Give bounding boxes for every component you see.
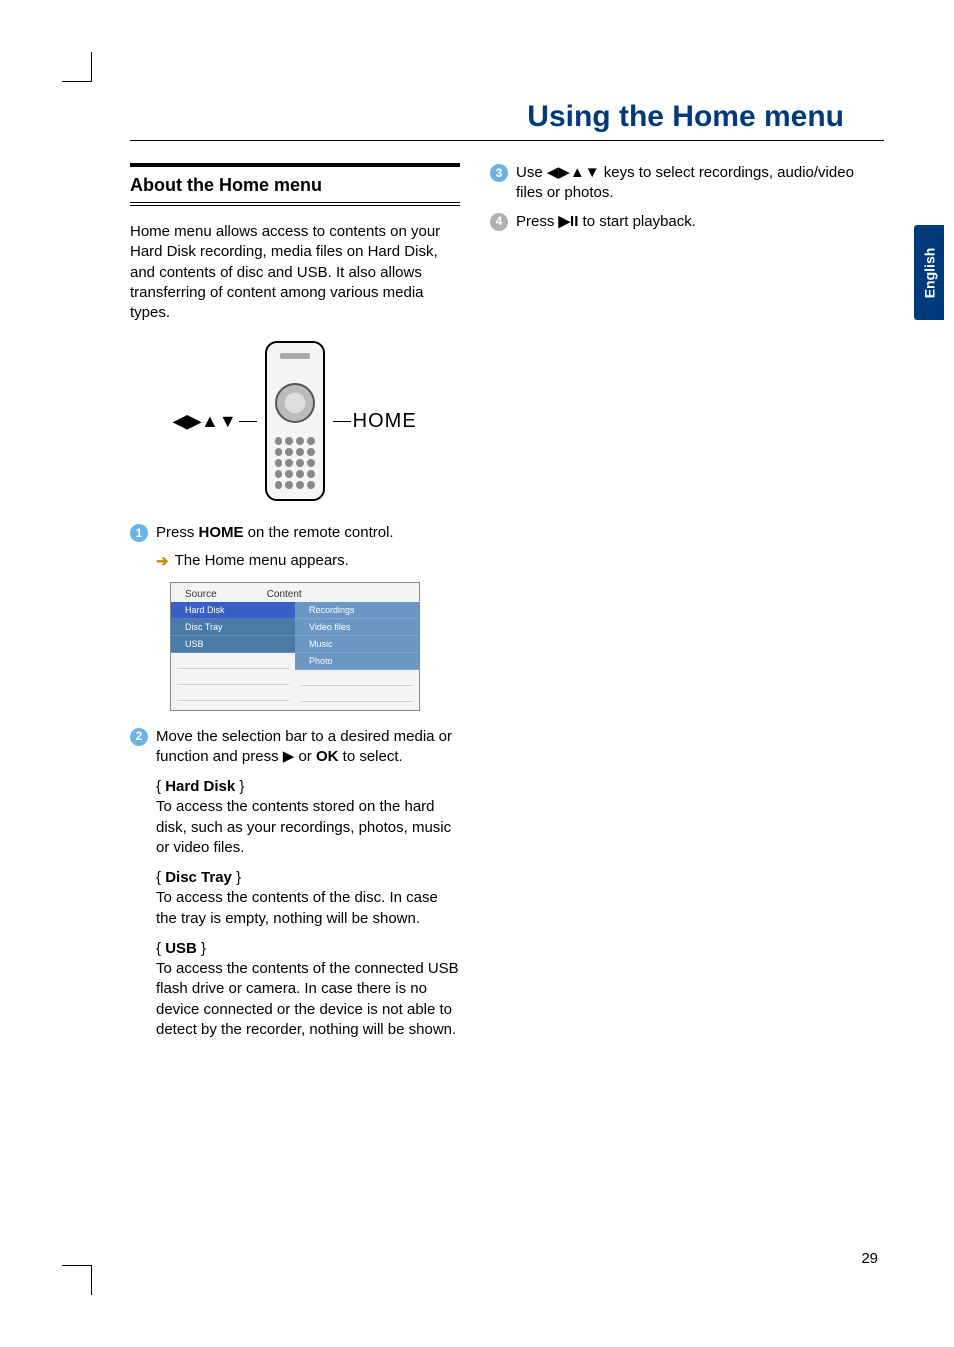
left-column: About the Home menu Home menu allows acc… bbox=[130, 163, 460, 1040]
step-number-2: 2 bbox=[130, 728, 148, 746]
menu-item-photo: Photo bbox=[295, 653, 419, 670]
page-title: Using the Home menu bbox=[130, 100, 884, 141]
option-description: To access the contents of the connected … bbox=[156, 959, 460, 1040]
option-label-row: { USB } bbox=[156, 939, 460, 959]
ok-key-label: OK bbox=[316, 748, 339, 765]
option-label-row: { Disc Tray } bbox=[156, 868, 460, 888]
leader-line bbox=[333, 421, 351, 423]
step-2-text: Move the selection bar to a desired medi… bbox=[156, 727, 460, 768]
text: Press bbox=[516, 213, 559, 230]
play-pause-icon: ▶II bbox=[559, 213, 579, 230]
content-header: Content bbox=[267, 589, 302, 600]
option-usb: { USB } To access the contents of the co… bbox=[156, 939, 460, 1040]
text: or bbox=[294, 748, 316, 765]
home-menu-screenshot: Source Content Hard Disk Disc Tray USB R… bbox=[170, 582, 420, 711]
menu-source-column: Hard Disk Disc Tray USB bbox=[171, 602, 295, 710]
home-button-callout: HOME bbox=[333, 410, 417, 433]
menu-item-music: Music bbox=[295, 636, 419, 653]
option-label-row: { Hard Disk } bbox=[156, 777, 460, 797]
text: to select. bbox=[338, 748, 402, 765]
menu-item-harddisk: Hard Disk bbox=[171, 602, 295, 619]
step-2: 2 Move the selection bar to a desired me… bbox=[130, 727, 460, 768]
intro-paragraph: Home menu allows access to contents on y… bbox=[130, 222, 460, 323]
menu-item-usb: USB bbox=[171, 636, 295, 653]
step-number-1: 1 bbox=[130, 524, 148, 542]
language-tab: English bbox=[914, 225, 944, 320]
two-column-layout: About the Home menu Home menu allows acc… bbox=[130, 163, 884, 1040]
crop-mark-bottom-left bbox=[62, 1265, 92, 1295]
menu-item-recordings: Recordings bbox=[295, 602, 419, 619]
page-content: Using the Home menu About the Home menu … bbox=[130, 100, 884, 1267]
menu-item-disctray: Disc Tray bbox=[171, 619, 295, 636]
text: Use bbox=[516, 164, 547, 181]
option-label: Disc Tray bbox=[165, 869, 232, 886]
step-4-text: Press ▶II to start playback. bbox=[516, 212, 884, 232]
home-label: HOME bbox=[353, 410, 417, 433]
option-disc-tray: { Disc Tray } To access the contents of … bbox=[156, 868, 460, 929]
section-heading-rule: About the Home menu bbox=[130, 163, 460, 206]
leader-line bbox=[239, 421, 257, 423]
menu-content-column: Recordings Video files Music Photo bbox=[295, 602, 419, 710]
step-number-4: 4 bbox=[490, 213, 508, 231]
text: to start playback. bbox=[578, 213, 696, 230]
section-heading: About the Home menu bbox=[130, 175, 460, 196]
crop-mark-top-left bbox=[62, 52, 92, 82]
language-label: English bbox=[921, 247, 937, 298]
nav-arrows-icon: ◀▶▲▼ bbox=[173, 411, 236, 432]
step-1-text: Press HOME on the remote control. bbox=[156, 523, 460, 543]
page-number: 29 bbox=[861, 1250, 878, 1267]
right-arrow-icon: ▶ bbox=[283, 748, 295, 765]
option-label: USB bbox=[165, 940, 197, 957]
nav-arrows-icon: ◀▶▲▼ bbox=[547, 164, 600, 181]
right-column: 3 Use ◀▶▲▼ keys to select recordings, au… bbox=[490, 163, 884, 1040]
step-4: 4 Press ▶II to start playback. bbox=[490, 212, 884, 232]
step-1: 1 Press HOME on the remote control. bbox=[130, 523, 460, 543]
option-description: To access the contents of the disc. In c… bbox=[156, 888, 460, 929]
result-text: The Home menu appears. bbox=[175, 552, 349, 570]
step-number-3: 3 bbox=[490, 164, 508, 182]
option-label: Hard Disk bbox=[165, 778, 235, 795]
menu-item-videofiles: Video files bbox=[295, 619, 419, 636]
option-description: To access the contents stored on the har… bbox=[156, 797, 460, 858]
step-3-text: Use ◀▶▲▼ keys to select recordings, audi… bbox=[516, 163, 884, 204]
nav-keys-callout: ◀▶▲▼ bbox=[173, 411, 256, 432]
remote-control-illustration bbox=[265, 341, 325, 501]
step-1-result: ➔ The Home menu appears. bbox=[156, 552, 460, 570]
source-header: Source bbox=[185, 589, 217, 600]
step-3: 3 Use ◀▶▲▼ keys to select recordings, au… bbox=[490, 163, 884, 204]
result-arrow-icon: ➔ bbox=[156, 552, 169, 570]
text: Press bbox=[156, 524, 199, 541]
remote-control-diagram: ◀▶▲▼ HOME bbox=[130, 341, 460, 501]
option-hard-disk: { Hard Disk } To access the contents sto… bbox=[156, 777, 460, 858]
menu-column-headers: Source Content bbox=[171, 583, 419, 602]
home-key-label: HOME bbox=[199, 524, 244, 541]
text: on the remote control. bbox=[244, 524, 394, 541]
